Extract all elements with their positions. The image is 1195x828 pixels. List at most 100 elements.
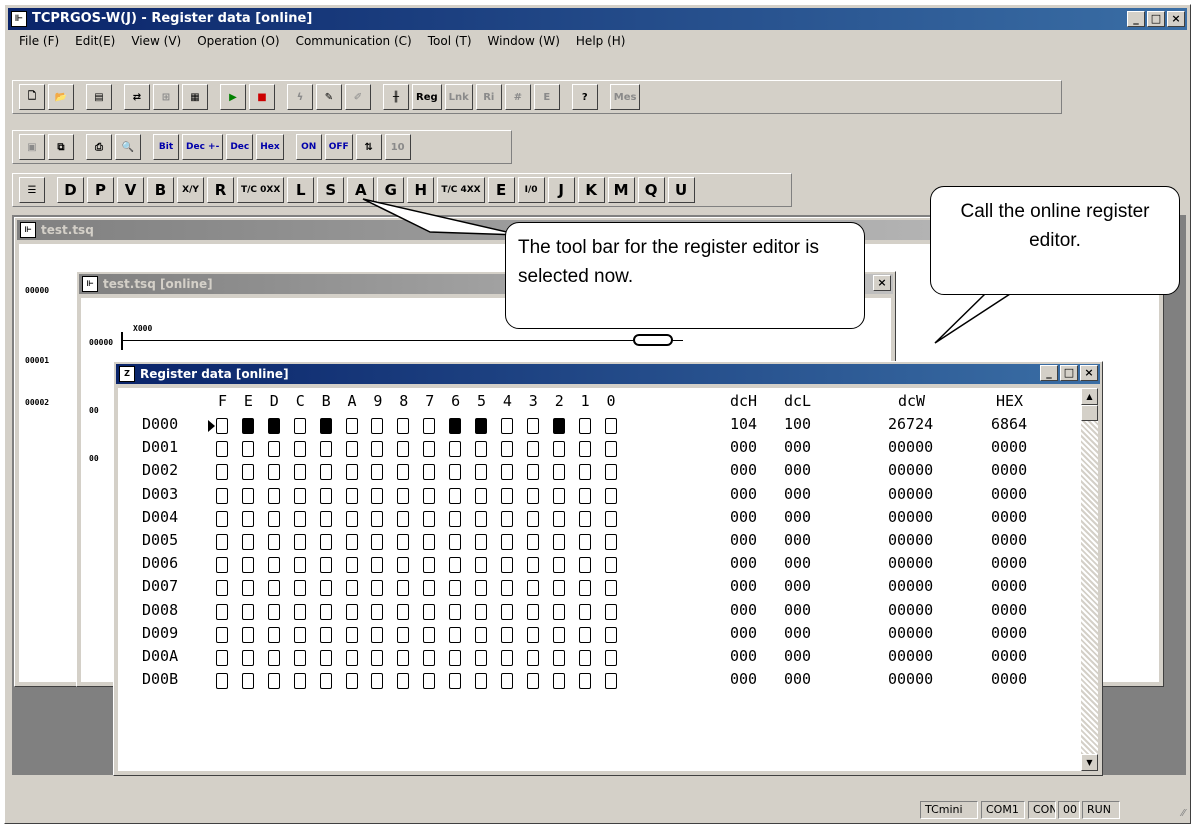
dcw-value[interactable]: 00000 [888,577,933,595]
dch-value[interactable]: 000 [730,577,757,595]
bit-cell[interactable] [552,510,565,527]
bit-cell[interactable] [241,534,254,550]
bit-cell[interactable] [293,557,306,574]
register-data-window[interactable]: Z Register data [online] _ □ × FEDCBA987… [113,361,1103,776]
print-icon[interactable]: ⎙ [86,134,112,160]
bit-cell[interactable] [216,441,228,458]
dcw-value[interactable]: 00000 [888,670,933,688]
register-io-button[interactable]: I/0 [517,177,545,203]
bit-cell[interactable] [267,557,280,574]
bit-cell[interactable] [293,510,306,527]
dcl-value[interactable]: 000 [784,624,811,642]
hex-value[interactable]: 0000 [991,577,1027,595]
bit-cell[interactable] [397,510,410,527]
print-preview-icon[interactable]: 🔍 [115,134,141,160]
menu-file[interactable]: File (F) [11,32,67,52]
hex-button[interactable]: Hex [256,134,284,160]
scroll-down-icon[interactable]: ▼ [1081,754,1098,771]
dcw-value[interactable]: 00000 [888,647,933,665]
register-grid[interactable]: F E D C B A 9 8 7 6 5 4 3 2 1 0 dcH dcL dcW HEX D000 104 100 26… [118,388,1082,771]
bit-cell[interactable] [241,557,254,574]
dch-value[interactable]: 000 [730,601,757,619]
bit-cell[interactable] [500,534,513,550]
dcl-value[interactable]: 000 [784,461,811,479]
bit-cell[interactable] [604,487,617,504]
register-close-button[interactable]: × [1080,365,1098,381]
bit-cell[interactable] [397,650,410,666]
bit-cell[interactable] [449,650,462,666]
bit-cell[interactable] [241,418,254,434]
register-row[interactable]: D002 000 000 00000 0000 [118,461,1082,483]
register-u-button[interactable]: U [667,177,695,203]
bit-cell[interactable] [526,418,539,434]
bit-cell[interactable] [345,626,358,643]
maximize-button[interactable]: □ [1147,11,1165,27]
bit-cell[interactable] [397,626,410,643]
bit-cell[interactable] [345,534,358,550]
bit-cell[interactable] [216,580,228,597]
scroll-thumb[interactable] [1081,405,1098,421]
bit-cell[interactable] [319,557,332,574]
on-button[interactable]: ON [295,134,322,160]
toggle-icon[interactable]: ⇅ [355,134,382,160]
run-icon[interactable]: ▶ [220,84,246,110]
bit-cell[interactable] [449,557,462,574]
register-window-titlebar[interactable]: Z Register data [online] _ □ × [116,364,1100,384]
dcw-value[interactable]: 00000 [888,624,933,642]
register-v-button[interactable]: V [117,177,144,203]
bit-cell[interactable] [423,534,436,550]
bit-cell[interactable] [371,580,384,597]
save-icon[interactable]: ▣ [19,134,45,160]
dch-value[interactable]: 000 [730,508,757,526]
register-row[interactable]: D000 104 100 26724 6864 [118,415,1082,437]
register-row[interactable]: D001 000 000 00000 0000 [118,438,1082,460]
bit-cell[interactable] [371,510,384,527]
bit-cell[interactable] [293,534,306,550]
bit-cell[interactable] [293,603,306,620]
register-l-button[interactable]: L [287,177,315,203]
bit-cell[interactable] [397,603,410,620]
register-a-button[interactable]: A [347,177,375,203]
bit-cell[interactable] [241,673,254,690]
bit-cell[interactable] [449,534,462,550]
bit-cell[interactable] [526,580,539,597]
bit-cell[interactable] [423,418,436,434]
dcw-value[interactable]: 00000 [888,438,933,456]
bit-cell[interactable] [500,418,513,434]
bit-cell[interactable] [397,534,410,550]
register-s-button[interactable]: S [317,177,345,203]
bit-cell[interactable] [216,418,228,434]
copy-icon[interactable]: ⧉ [48,134,74,160]
edit-program-icon[interactable]: ▤ [86,84,112,110]
register-maximize-button[interactable]: □ [1060,365,1078,381]
bit-cell[interactable] [552,650,565,666]
dcw-value[interactable]: 00000 [888,485,933,503]
bit-cell[interactable] [423,603,436,620]
hex-value[interactable]: 0000 [991,438,1027,456]
bit-cell[interactable] [500,673,513,690]
new-file-icon[interactable]: 🗋 [19,84,45,110]
register-k-button[interactable]: K [577,177,605,203]
dcl-value[interactable]: 000 [784,508,811,526]
bit-cell[interactable] [345,510,358,527]
register-tc0-button[interactable]: T/C 0XX [237,177,285,203]
bit-cell[interactable] [241,510,254,527]
bit-cell[interactable] [475,418,487,434]
bit-cell[interactable] [449,510,462,527]
dcl-value[interactable]: 000 [784,485,811,503]
dch-value[interactable]: 000 [730,554,757,572]
bit-cell[interactable] [500,557,513,574]
bit-cell[interactable] [526,441,539,458]
bit-cell[interactable] [345,557,358,574]
bit-cell[interactable] [397,418,410,434]
bit-cell[interactable] [552,534,565,550]
number-icon[interactable]: # [504,84,531,110]
dcw-value[interactable]: 00000 [888,461,933,479]
bit-cell[interactable] [475,534,487,550]
register-e-button[interactable]: E [487,177,515,203]
bit-cell[interactable] [267,626,280,643]
bit-cell[interactable] [578,557,591,574]
bit-cell[interactable] [449,603,462,620]
network-icon[interactable]: ⊞ [153,84,179,110]
bit-cell[interactable] [526,626,539,643]
